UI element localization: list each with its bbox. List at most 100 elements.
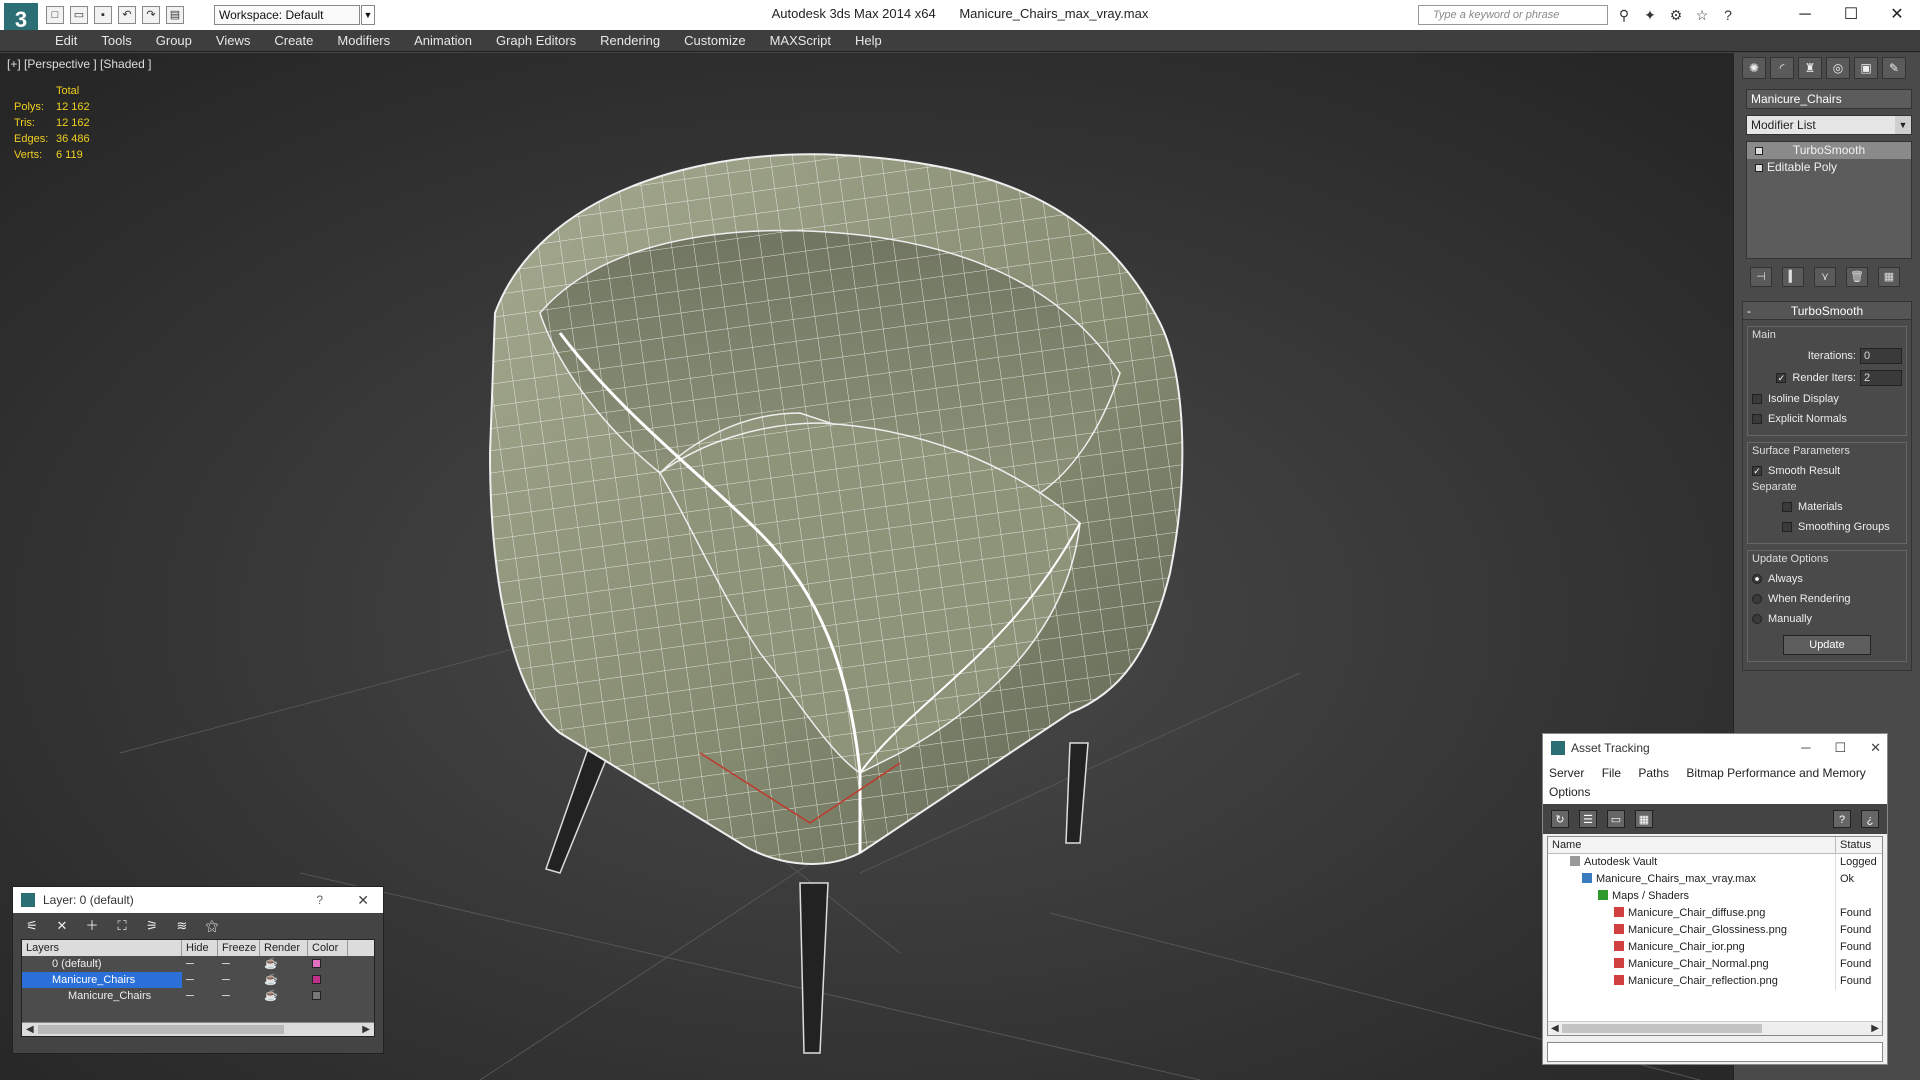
hierarchy-tab-icon[interactable]: ♜ (1798, 57, 1822, 79)
delete-layer-icon[interactable]: ✕ (53, 917, 71, 935)
scroll-thumb[interactable] (38, 1025, 285, 1034)
column-name[interactable]: Name (1548, 837, 1836, 853)
minimize-icon[interactable]: ─ (1801, 734, 1810, 762)
asset-row[interactable]: Manicure_Chairs_max_vray.max Ok (1548, 871, 1882, 888)
make-unique-icon[interactable]: ⋎ (1814, 267, 1836, 287)
help-icon[interactable]: ? (1833, 810, 1851, 828)
stack-item-turbosmooth[interactable]: TurboSmooth (1747, 142, 1911, 159)
save-icon[interactable]: ▪ (94, 6, 112, 24)
freeze-layers-icon[interactable]: ⚝ (203, 917, 221, 935)
column-color[interactable]: Color (308, 940, 348, 956)
chevron-down-icon[interactable]: ▼ (361, 5, 375, 25)
column-status[interactable]: Status (1836, 837, 1871, 853)
add-to-layer-icon[interactable]: ＋ (83, 917, 101, 935)
materials-checkbox[interactable] (1782, 502, 1792, 512)
iterations-spinner[interactable]: 0 (1860, 348, 1902, 364)
isoline-checkbox[interactable] (1752, 394, 1762, 404)
always-option[interactable]: Always (1752, 569, 1902, 589)
context-help-icon[interactable]: ¿ (1861, 810, 1879, 828)
scroll-left-icon[interactable]: ◀ (26, 1023, 34, 1037)
explicit-normals-option[interactable]: Explicit Normals (1752, 409, 1902, 429)
render-iters-spinner[interactable]: 2 (1860, 370, 1902, 386)
layer-row[interactable]: Manicure_Chairs ─ ─ ☕ (22, 972, 374, 988)
help-icon[interactable]: ? (1718, 6, 1738, 24)
expand-icon[interactable] (1755, 164, 1763, 172)
scroll-right-icon[interactable]: ▶ (1871, 1022, 1879, 1036)
menu-item-graph-editors[interactable]: Graph Editors (496, 30, 576, 51)
utilities-tab-icon[interactable]: ✎ (1882, 57, 1906, 79)
hide-toggle[interactable]: ─ (182, 988, 218, 1004)
menu-item-edit[interactable]: Edit (55, 30, 77, 51)
when-rendering-option[interactable]: When Rendering (1752, 589, 1902, 609)
create-layer-icon[interactable]: ⚟ (23, 917, 41, 935)
menu-item-customize[interactable]: Customize (684, 30, 745, 51)
layer-window-titlebar[interactable]: Layer: 0 (default) ? ✕ (13, 887, 383, 913)
menu-item-options[interactable]: Options (1549, 785, 1590, 799)
smooth-result-checkbox[interactable]: ✓ (1752, 466, 1762, 476)
menu-item-bitmap-performance[interactable]: Bitmap Performance and Memory (1686, 766, 1865, 780)
asset-row[interactable]: Autodesk Vault Logged (1548, 854, 1882, 871)
asset-tracking-titlebar[interactable]: Asset Tracking ─ ☐ ✕ (1543, 734, 1887, 762)
show-end-result-icon[interactable]: ▍ (1782, 267, 1804, 287)
layer-color-swatch[interactable] (312, 991, 321, 1000)
render-teapot-icon[interactable]: ☕ (260, 956, 308, 972)
horizontal-scrollbar[interactable]: ◀ ▶ (1548, 1021, 1882, 1035)
favorites-star-icon[interactable]: ☆ (1692, 6, 1712, 24)
hide-toggle[interactable]: ─ (182, 956, 218, 972)
help-icon[interactable]: ? (316, 887, 323, 913)
menu-item-tools[interactable]: Tools (101, 30, 131, 51)
pin-stack-icon[interactable]: ⊣ (1750, 267, 1772, 287)
close-icon[interactable]: ✕ (357, 887, 369, 913)
menu-item-server[interactable]: Server (1549, 766, 1584, 780)
menu-item-modifiers[interactable]: Modifiers (337, 30, 390, 51)
open-file-icon[interactable]: ▭ (70, 6, 88, 24)
menu-item-file[interactable]: File (1602, 766, 1621, 780)
configure-sets-icon[interactable]: ▦ (1878, 267, 1900, 287)
thumbnail-view-icon[interactable]: ▭ (1607, 810, 1625, 828)
column-render[interactable]: Render (260, 940, 308, 956)
display-tab-icon[interactable]: ▣ (1854, 57, 1878, 79)
render-teapot-icon[interactable]: ☕ (260, 988, 308, 1004)
redo-icon[interactable]: ↷ (142, 6, 160, 24)
layer-row[interactable]: Manicure_Chairs ─ ─ ☕ (22, 988, 374, 1004)
motion-tab-icon[interactable]: ◎ (1826, 57, 1850, 79)
asset-row[interactable]: Manicure_Chair_diffuse.png Found (1548, 905, 1882, 922)
create-tab-icon[interactable]: ✺ (1742, 57, 1766, 79)
asset-row[interactable]: Manicure_Chair_reflection.png Found (1548, 973, 1882, 990)
menu-item-views[interactable]: Views (216, 30, 250, 51)
close-icon[interactable]: ✕ (1874, 0, 1920, 30)
smoothing-groups-option[interactable]: Smoothing Groups (1782, 517, 1902, 537)
highlight-layer-icon[interactable]: ⚞ (143, 917, 161, 935)
scroll-right-icon[interactable]: ▶ (362, 1023, 370, 1037)
menu-item-paths[interactable]: Paths (1638, 766, 1669, 780)
chevron-down-icon[interactable]: ▼ (1895, 116, 1911, 134)
remove-modifier-icon[interactable]: 🗑 (1846, 267, 1868, 287)
maximize-icon[interactable]: ☐ (1834, 734, 1846, 762)
minimize-icon[interactable]: ─ (1782, 0, 1828, 30)
maximize-icon[interactable]: ☐ (1828, 0, 1874, 30)
modify-tab-icon[interactable]: ◜ (1770, 57, 1794, 79)
horizontal-scrollbar[interactable]: ◀ ▶ (22, 1022, 374, 1036)
materials-option[interactable]: Materials (1782, 497, 1902, 517)
layer-row[interactable]: 0 (default) ─ ─ ☕ (22, 956, 374, 972)
manually-radio[interactable] (1752, 614, 1762, 624)
binoculars-icon[interactable]: ⚲ (1614, 6, 1634, 24)
freeze-toggle[interactable]: ─ (218, 972, 260, 988)
column-freeze[interactable]: Freeze (218, 940, 260, 956)
layer-color-swatch[interactable] (312, 975, 321, 984)
viewport-label[interactable]: [+] [Perspective ] [Shaded ] (7, 57, 151, 71)
update-button[interactable]: Update (1783, 635, 1871, 655)
select-objects-icon[interactable]: ⛶ (113, 917, 131, 935)
table-view-icon[interactable]: ▦ (1635, 810, 1653, 828)
smooth-result-option[interactable]: ✓ Smooth Result (1752, 461, 1902, 481)
column-hide[interactable]: Hide (182, 940, 218, 956)
menu-item-rendering[interactable]: Rendering (600, 30, 660, 51)
scroll-left-icon[interactable]: ◀ (1551, 1022, 1559, 1036)
freeze-toggle[interactable]: ─ (218, 956, 260, 972)
subscription-icon[interactable]: ✦ (1640, 6, 1660, 24)
lightbulb-icon[interactable] (1755, 147, 1763, 155)
isoline-display-option[interactable]: Isoline Display (1752, 389, 1902, 409)
explicit-normals-checkbox[interactable] (1752, 414, 1762, 424)
refresh-icon[interactable]: ↻ (1551, 810, 1569, 828)
menu-item-help[interactable]: Help (855, 30, 882, 51)
